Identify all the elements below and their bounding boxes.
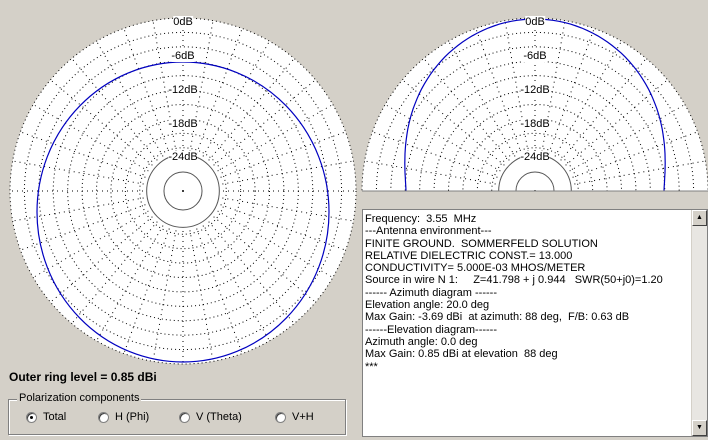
report-line: Max Gain: 0.85 dBi at elevation 88 deg	[365, 348, 558, 361]
elevation-ring-label: 0dB	[525, 16, 545, 29]
report-text: Frequency: 3.55 MHz ---Antenna environme…	[365, 213, 685, 373]
report-line: Azimuth angle: 0.0 deg	[365, 335, 478, 348]
radio-label: Total	[43, 411, 67, 423]
radio-v-theta[interactable]: V (Theta)	[179, 411, 242, 423]
azimuth-ring-label: -6dB	[171, 50, 195, 63]
radio-h-phi[interactable]: H (Phi)	[98, 411, 149, 423]
azimuth-ring-label: -12dB	[168, 83, 198, 96]
elevation-ring-label: -12dB	[520, 83, 550, 96]
radio-label: H (Phi)	[115, 411, 150, 423]
report-line: RELATIVE DIELECTRIC CONST.= 13.000	[365, 249, 573, 262]
report-line: ***	[365, 360, 378, 373]
report-line: ------Elevation diagram------	[365, 323, 498, 336]
radio-indicator	[26, 411, 37, 423]
outer-ring-level: Outer ring level = 0.85 dBi	[9, 370, 157, 384]
elevation-ring-label: -6dB	[523, 50, 547, 63]
results-report[interactable]: Frequency: 3.55 MHz ---Antenna environme…	[362, 209, 708, 437]
radio-indicator	[275, 411, 286, 423]
report-line: ------ Azimuth diagram ------	[365, 286, 497, 299]
polarization-title: Polarization components	[17, 392, 142, 404]
report-line: ---Antenna environment---	[365, 225, 492, 238]
azimuth-ring-label: -24dB	[168, 151, 198, 164]
azimuth-pattern-chart	[9, 17, 357, 365]
vertical-scrollbar[interactable]: ▲ ▼	[691, 210, 707, 436]
radio-label: V (Theta)	[196, 411, 242, 423]
polarization-group: Polarization components Total H (Phi) V …	[8, 392, 346, 435]
center-dot	[182, 190, 184, 192]
report-line: FINITE GROUND. SOMMERFELD SOLUTION	[365, 237, 598, 250]
radio-total[interactable]: Total	[26, 411, 66, 423]
elevation-ring-label: -18dB	[520, 117, 550, 130]
radio-indicator	[179, 411, 190, 423]
scroll-down-arrow-icon[interactable]: ▼	[692, 420, 707, 436]
azimuth-ring-label: -18dB	[168, 117, 198, 130]
radio-indicator	[98, 411, 109, 423]
report-line: Source in wire N 1: Z=41.798 + j 0.944 S…	[365, 274, 663, 287]
report-line: Max Gain: -3.69 dBi at azimuth: 88 deg, …	[365, 311, 630, 324]
azimuth-ring-label: 0dB	[173, 16, 193, 29]
report-line: Elevation angle: 20.0 deg	[365, 299, 490, 312]
scroll-up-arrow-icon[interactable]: ▲	[692, 210, 707, 226]
radio-label: V+H	[292, 411, 314, 423]
radio-v-plus-h[interactable]: V+H	[275, 411, 314, 423]
report-line: Frequency: 3.55 MHz	[365, 213, 477, 225]
report-line: CONDUCTIVITY= 5.000E-03 MHOS/METER	[365, 262, 586, 275]
elevation-ring-label: -24dB	[520, 151, 550, 164]
